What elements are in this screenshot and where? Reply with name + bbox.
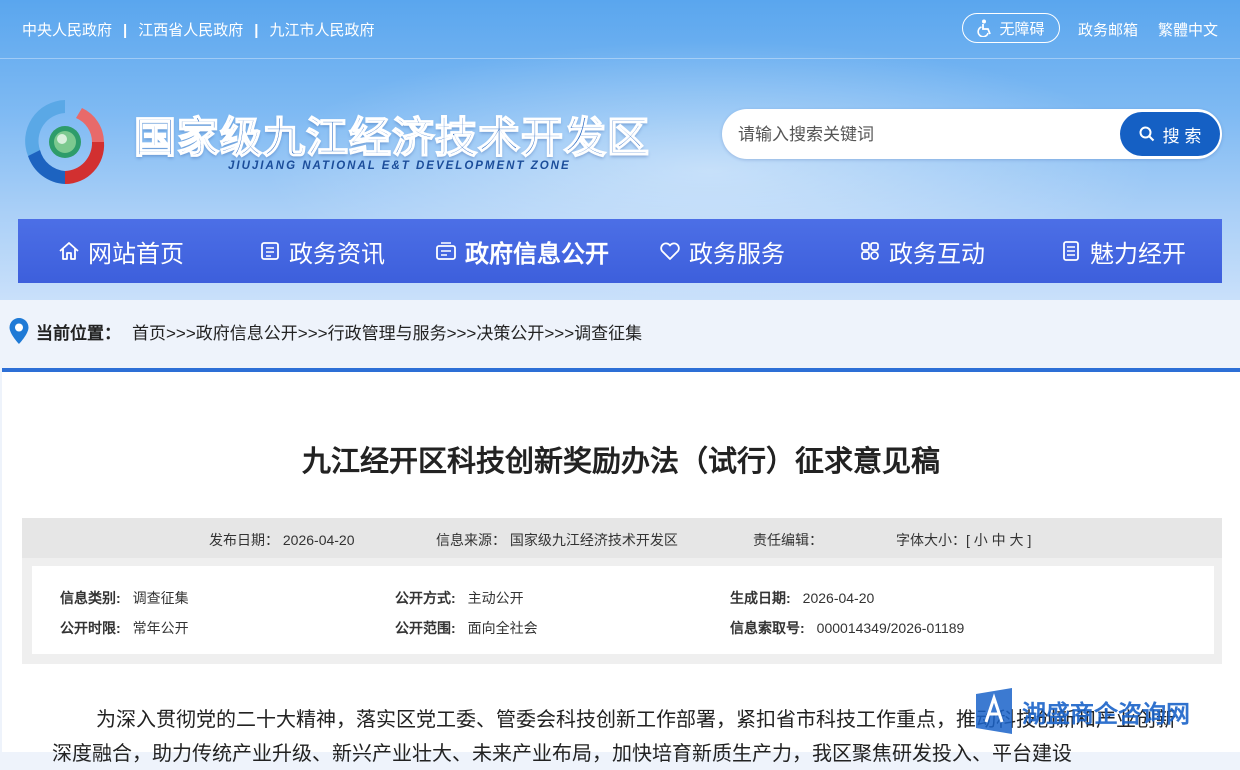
info-table-inner: 信息类别: 调查征集 公开方式: 主动公开 生成日期: 2026-04-20 公开时限… [32, 566, 1214, 654]
info-source: 信息来源： 国家级九江经济技术开发区 [436, 532, 678, 548]
top-link-central-gov[interactable]: 中央人民政府 [22, 22, 112, 39]
breadcrumb-label: 当前位置： [36, 324, 121, 343]
article-title: 九江经开区科技创新奖励办法（试行）征求意见稿 [301, 446, 940, 478]
gov-mail-link[interactable]: 政务邮箱 [1078, 19, 1138, 40]
info-category-value: 调查征集 [132, 590, 189, 606]
nav-label-charm: 魅力经开 [1090, 240, 1186, 268]
responsible-editor: 责任编辑： [753, 532, 823, 548]
info-method-value: 主动公开 [467, 590, 524, 606]
search-icon [1139, 126, 1154, 142]
top-link-jiangxi-gov[interactable]: 江西省人民政府 [138, 22, 243, 39]
info-generated-label: 生成日期: [730, 590, 791, 606]
interaction-icon [861, 242, 879, 260]
nav-item-charm[interactable]: 魅力经开 [1060, 219, 1186, 283]
nav-label-news: 政务资讯 [289, 240, 385, 268]
info-period-value: 常年公开 [132, 620, 189, 636]
search-input[interactable] [736, 109, 1120, 161]
article-meta-bar: 发布日期： 2026-04-20 信息来源： 国家级九江经济技术开发区 责任编辑… [22, 518, 1222, 558]
info-index: 信息索取号: 000014349/2026-01189 [730, 618, 964, 638]
top-link-separator: | [254, 22, 259, 39]
info-period-label: 公开时限: [60, 620, 121, 636]
search-box: 搜 索 [722, 109, 1222, 161]
site-subtitle: JIUJIANG NATIONAL E&T DEVELOPMENT ZONE [228, 160, 571, 172]
info-scope: 公开范围: 面向全社会 [395, 618, 538, 638]
nav-item-home[interactable]: 网站首页 [58, 219, 184, 283]
info-category: 信息类别: 调查征集 [60, 588, 189, 608]
info-scope-value: 面向全社会 [467, 620, 538, 636]
publish-date: 发布日期： 2026-04-20 [209, 532, 355, 548]
top-bar: 中央人民政府 | 江西省人民政府 | 九江市人民政府 无障碍 政务邮箱 繁體中文 [0, 0, 1240, 59]
info-period: 公开时限: 常年公开 [60, 618, 189, 638]
info-generated: 生成日期: 2026-04-20 [730, 588, 874, 608]
document-icon [1063, 241, 1079, 261]
info-index-value: 000014349/2026-01189 [816, 620, 965, 636]
location-pin-icon [9, 318, 29, 344]
search-button-label: 搜 索 [1162, 126, 1202, 146]
top-links: 中央人民政府 | 江西省人民政府 | 九江市人民政府 [22, 19, 374, 40]
wheelchair-icon [977, 19, 992, 37]
nav-label-home: 网站首页 [88, 240, 184, 268]
info-index-label: 信息索取号: [730, 620, 805, 636]
accessibility-label: 无障碍 [999, 20, 1045, 38]
top-link-jiujiang-gov[interactable]: 九江市人民政府 [269, 22, 374, 39]
accessibility-button[interactable]: 无障碍 [962, 13, 1060, 43]
search-button[interactable]: 搜 索 [1120, 112, 1220, 156]
top-link-separator: | [123, 22, 128, 39]
zone-logo [25, 100, 105, 185]
nav-label-info-open: 政府信息公开 [465, 240, 609, 268]
traditional-chinese-link[interactable]: 繁體中文 [1158, 19, 1218, 40]
font-size-switcher[interactable]: 字体大小：[ 小 中 大 ] [896, 530, 1031, 550]
nav-label-interaction: 政务互动 [889, 240, 985, 268]
breadcrumb-path[interactable]: 首页>>>政府信息公开>>>行政管理与服务>>>决策公开>>>调查征集 [132, 319, 642, 344]
site-title: 国家级九江经济技术开发区 [133, 112, 651, 163]
info-method-label: 公开方式: [395, 590, 456, 606]
home-icon [59, 242, 79, 260]
nav-label-services: 政务服务 [689, 240, 785, 268]
nav-item-services[interactable]: 政务服务 [659, 219, 785, 283]
nav-item-info-open[interactable]: 政府信息公开 [435, 219, 609, 283]
breadcrumb: 当前位置： 首页>>>政府信息公开>>>行政管理与服务>>>决策公开>>>调查征… [0, 308, 1240, 348]
info-method: 公开方式: 主动公开 [395, 588, 524, 608]
info-table: 信息类别: 调查征集 公开方式: 主动公开 生成日期: 2026-04-20 公开时限… [22, 558, 1222, 664]
watermark-logo-icon [976, 688, 1012, 734]
news-icon [261, 242, 279, 260]
heart-icon [660, 242, 680, 260]
info-scope-label: 公开范围: [395, 620, 456, 636]
info-category-label: 信息类别: [60, 590, 121, 606]
nav-item-interaction[interactable]: 政务互动 [859, 219, 985, 283]
main-nav: 网站首页 政务资讯 政府信息公开 政务服务 政务互动 魅力经开 [18, 219, 1222, 283]
nav-item-news[interactable]: 政务资讯 [259, 219, 385, 283]
watermark-text: 湖盛商企咨询网 [1022, 698, 1190, 728]
watermark: 湖盛商企咨询网 [972, 686, 1190, 736]
info-open-icon [436, 242, 456, 260]
info-generated-value: 2026-04-20 [802, 590, 875, 606]
